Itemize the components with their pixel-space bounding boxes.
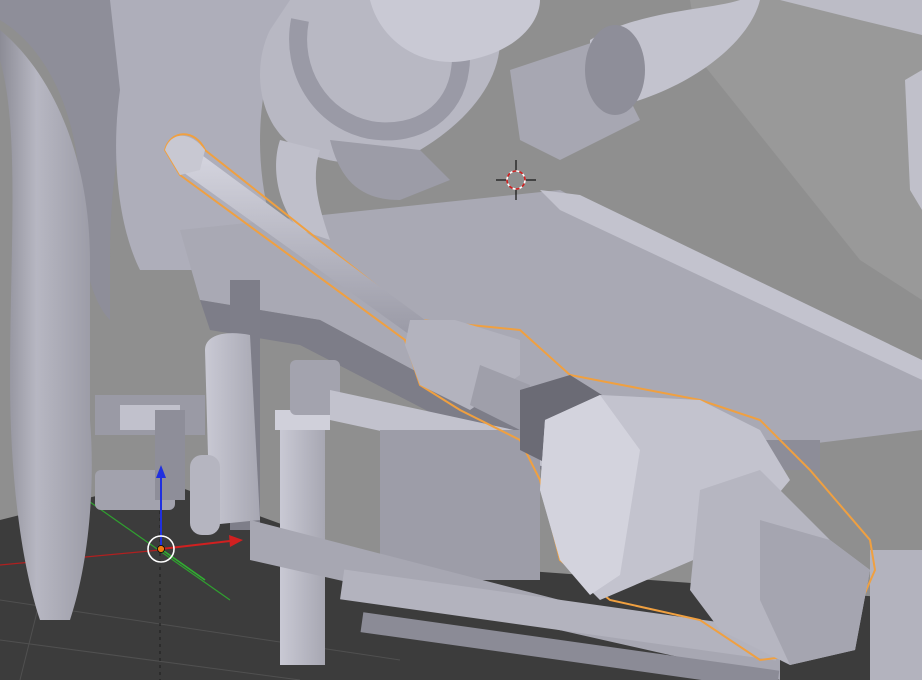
object-origin-icon xyxy=(157,545,165,553)
viewport-scene[interactable] xyxy=(0,0,922,680)
3d-viewport[interactable] xyxy=(0,0,922,680)
